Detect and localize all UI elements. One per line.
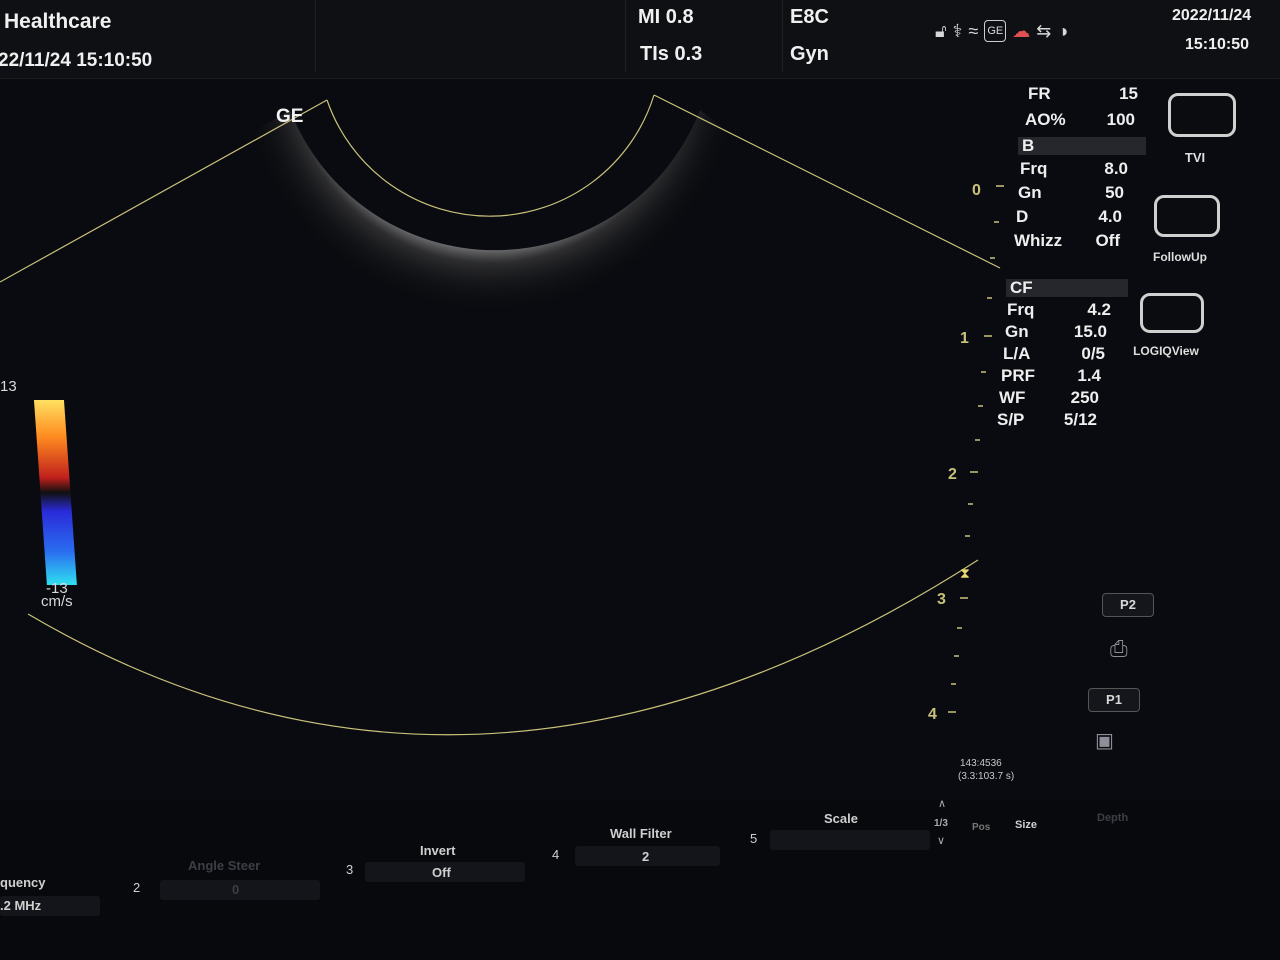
- logiqview-label: LOGIQView: [1133, 344, 1199, 358]
- save-disk-icon[interactable]: ▣: [1095, 728, 1114, 753]
- header-bar: Healthcare 22/11/24 15:10:50 MI 0.8 TIs …: [0, 0, 1280, 79]
- param-cf-la: L/A 0/5: [1003, 344, 1105, 363]
- softkey-number-5: 5: [750, 831, 758, 846]
- param-cf-sp: S/P 5/12: [997, 410, 1097, 429]
- ge-badge-icon: GE: [984, 20, 1007, 42]
- depth-label-2: 2: [948, 466, 957, 483]
- wifi-icon: ≈: [968, 21, 979, 41]
- cloud-icon: ☁: [1012, 21, 1031, 41]
- size-label[interactable]: Size: [1015, 819, 1037, 831]
- softkey-number-4: 4: [552, 847, 560, 862]
- param-b-frq: Frq 8.0: [1020, 159, 1128, 178]
- contrast-icon: ◑: [1057, 21, 1069, 41]
- page-down-icon[interactable]: ∨: [937, 834, 945, 847]
- param-fr: FR 15: [1028, 84, 1138, 103]
- depth-label-4: 4: [928, 706, 937, 723]
- header-date: 2022/11/24: [1172, 7, 1252, 24]
- param-b-gn: Gn 50: [1018, 183, 1124, 202]
- wall-filter-label: Wall Filter: [610, 826, 672, 841]
- header-time: 15:10:50: [1185, 36, 1250, 53]
- network-icon: ⇆: [1036, 21, 1052, 41]
- printer-icon[interactable]: ⎙: [1110, 636, 1128, 662]
- param-ao: AO% 100: [1025, 110, 1135, 129]
- brand-text: Healthcare: [4, 10, 112, 33]
- frequency-label: quency: [0, 875, 46, 890]
- invert-label: Invert: [420, 843, 456, 858]
- logiqview-button[interactable]: [1140, 293, 1204, 333]
- param-cf-wf: WF 250: [999, 388, 1099, 407]
- param-b-d: D 4.0: [1016, 207, 1122, 226]
- color-velocity-bar: [33, 400, 77, 585]
- probe-name: E8C: [790, 6, 829, 28]
- angle-steer-label: Angle Steer: [188, 858, 261, 873]
- mi-readout: MI 0.8: [638, 6, 694, 28]
- param-b-whizz: Whizz Off: [1014, 231, 1120, 250]
- preset-name: Gyn: [790, 43, 829, 65]
- scale-label[interactable]: Scale: [824, 811, 858, 826]
- page-up-icon[interactable]: ∧: [938, 797, 946, 810]
- echo-pattern: [240, 110, 740, 390]
- page-indicator: 1/3: [934, 818, 948, 829]
- depth-label-3: 3: [937, 591, 946, 608]
- invert-value[interactable]: Off: [432, 865, 451, 880]
- depth-label-1: 1: [960, 330, 969, 347]
- param-cf-frq: Frq 4.2: [1007, 300, 1111, 319]
- depth-label-0: 0: [972, 182, 981, 199]
- wall-filter-value[interactable]: 2: [642, 849, 649, 864]
- color-bar-max: 13: [0, 378, 17, 395]
- focus-marker-icon[interactable]: ⧗: [960, 566, 970, 582]
- p2-button[interactable]: P2: [1102, 593, 1154, 617]
- header-datetime: 22/11/24 15:10:50: [0, 50, 153, 71]
- color-bar-unit: cm/s: [41, 593, 73, 610]
- softkey-number-2: 2: [133, 880, 141, 895]
- pos-label[interactable]: Pos: [972, 822, 990, 833]
- followup-label: FollowUp: [1153, 250, 1207, 264]
- ge-orientation-mark: GE: [276, 106, 304, 127]
- status-icons: 🔓︎ ⚕ ≈ GE ☁ ⇆ ◑: [935, 20, 1068, 42]
- probe-face-arc: [326, 94, 655, 217]
- frequency-value[interactable]: .2 MHz: [0, 898, 41, 913]
- param-cf-gn: Gn 15.0: [1005, 322, 1107, 341]
- softkey-number-3: 3: [346, 862, 354, 877]
- depth-scale: [948, 185, 1004, 713]
- tis-readout: TIs 0.3: [640, 43, 703, 65]
- depth-control-label[interactable]: Depth: [1097, 812, 1128, 824]
- cine-time: (3.3:103.7 s): [958, 771, 1015, 782]
- angle-steer-value[interactable]: 0: [232, 882, 239, 897]
- cine-frames: 143:4536: [960, 758, 1002, 769]
- probe-icon: ⚕: [952, 21, 963, 41]
- section-b-header: B: [1018, 137, 1146, 155]
- tvi-label: TVI: [1184, 150, 1206, 165]
- followup-button[interactable]: [1154, 195, 1220, 237]
- lock-icon: 🔓︎: [935, 21, 947, 41]
- p1-button[interactable]: P1: [1088, 688, 1140, 712]
- tvi-button[interactable]: [1168, 93, 1236, 137]
- section-cf-header: CF: [1006, 279, 1128, 297]
- param-cf-prf: PRF 1.4: [1001, 366, 1101, 385]
- sector-bottom-arc: [27, 559, 979, 736]
